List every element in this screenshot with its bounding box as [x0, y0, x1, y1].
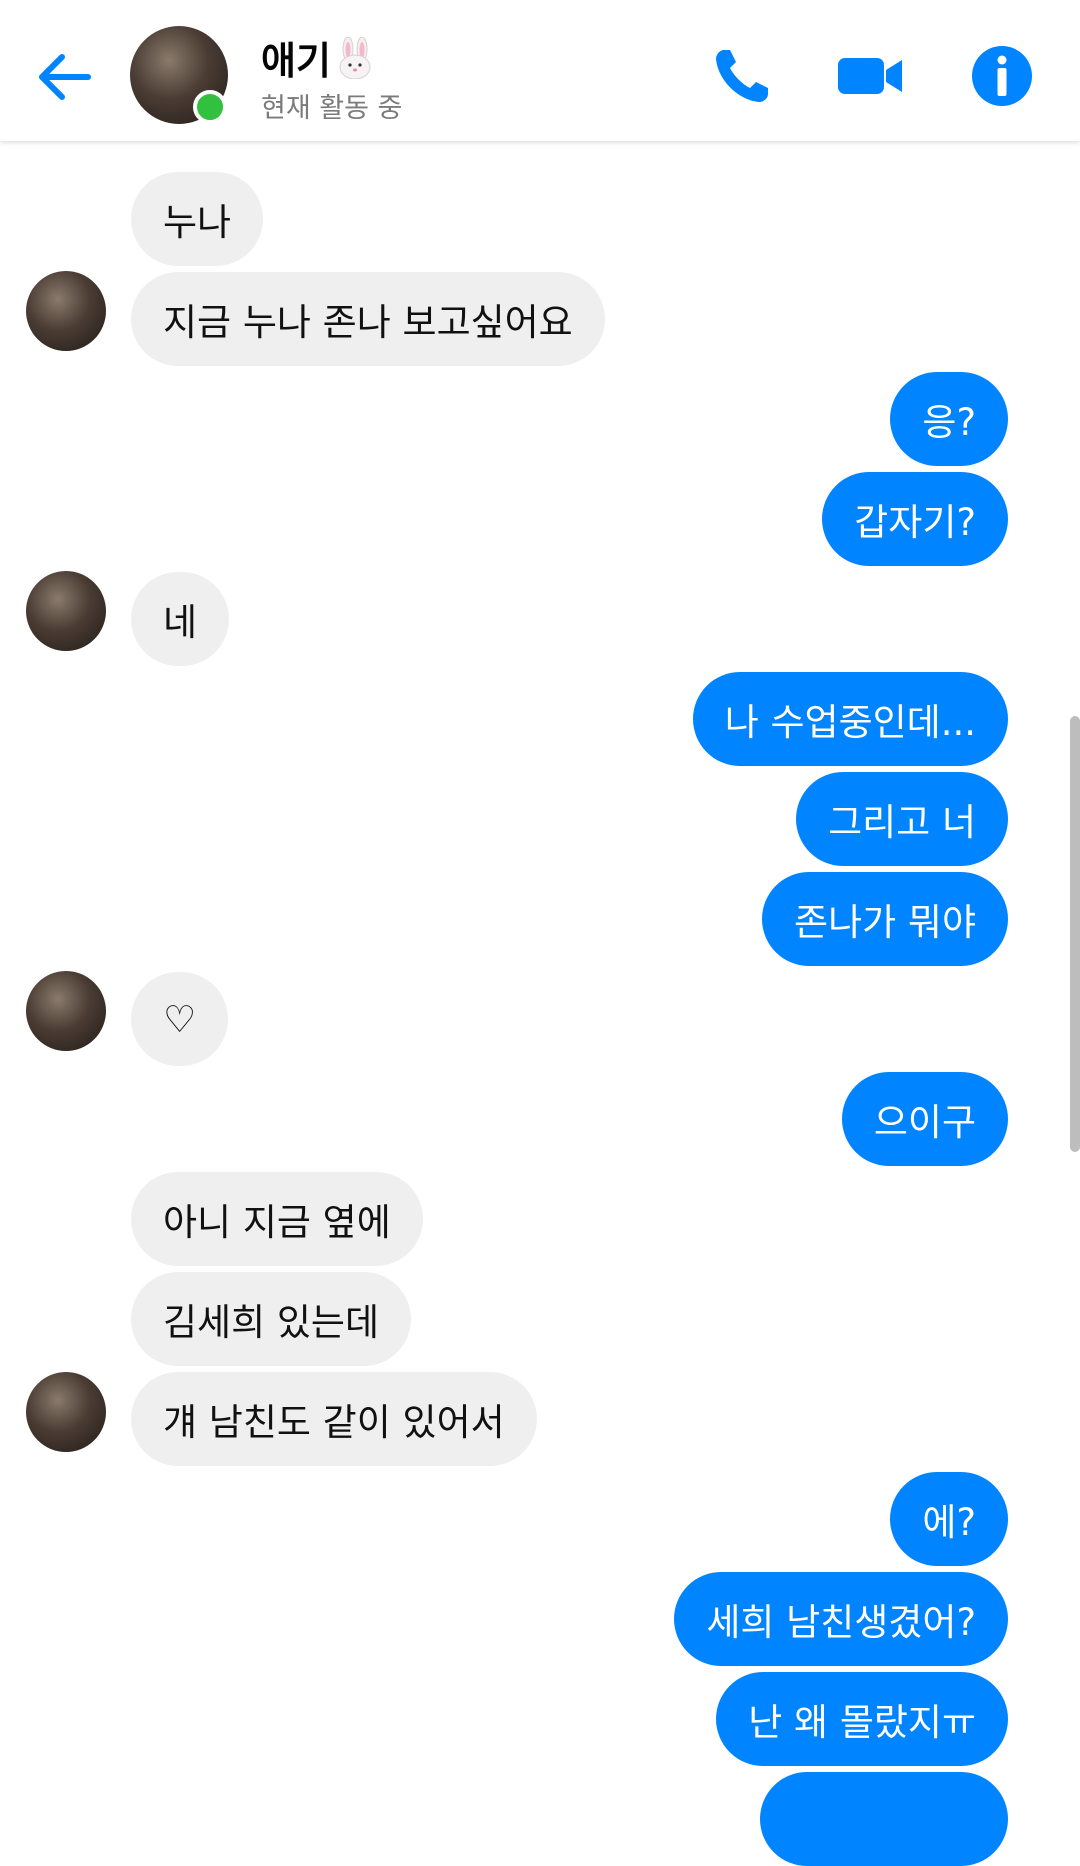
message-bubble-sent[interactable]: 그리고 너	[796, 772, 1008, 866]
message-bubble-received[interactable]: 누나	[131, 172, 264, 266]
rabbit-emoji-icon	[339, 36, 371, 79]
chat-header: 애기 현재 활동 중	[0, 0, 1080, 141]
online-status-dot	[193, 90, 227, 124]
message-bubble-sent[interactable]: 으이구	[841, 1072, 1008, 1166]
active-status-text: 현재 활동 중	[261, 93, 403, 124]
sender-avatar[interactable]	[26, 1372, 106, 1452]
sender-avatar[interactable]	[26, 971, 106, 1051]
message-bubble-sent[interactable]: 난 왜 몰랐지ㅠ	[716, 1672, 1008, 1766]
message-bubble-received[interactable]: 지금 누나 존나 보고싶어요	[131, 272, 605, 366]
contact-name[interactable]: 애기	[261, 30, 375, 85]
message-bubble-received[interactable]: 네	[131, 572, 230, 666]
phone-icon[interactable]	[706, 40, 778, 112]
info-icon[interactable]	[966, 40, 1038, 112]
video-camera-icon[interactable]	[834, 40, 906, 112]
message-bubble-sent[interactable]: 응?	[890, 372, 1008, 466]
contact-name-label: 애기	[261, 39, 331, 83]
back-arrow-icon[interactable]	[30, 42, 100, 112]
message-bubble-sent[interactable]: 세희 남친생겼어?	[674, 1572, 1008, 1666]
message-bubble-received[interactable]: ♡	[131, 972, 229, 1066]
message-bubble-sent[interactable]: 에?	[890, 1472, 1008, 1566]
message-bubble-received[interactable]: 걔 남친도 같이 있어서	[131, 1372, 537, 1466]
message-bubble-received[interactable]: 아니 지금 옆에	[131, 1172, 423, 1266]
message-bubble-sent[interactable]	[760, 1772, 1008, 1866]
scrollbar[interactable]	[1070, 716, 1080, 1152]
message-bubble-received[interactable]: 김세희 있는데	[131, 1272, 412, 1366]
message-bubble-sent[interactable]: 존나가 뭐야	[762, 872, 1008, 966]
message-bubble-sent[interactable]: 갑자기?	[822, 472, 1008, 566]
sender-avatar[interactable]	[26, 571, 106, 651]
sender-avatar[interactable]	[26, 271, 106, 351]
message-bubble-sent[interactable]: 나 수업중인데...	[692, 672, 1008, 766]
